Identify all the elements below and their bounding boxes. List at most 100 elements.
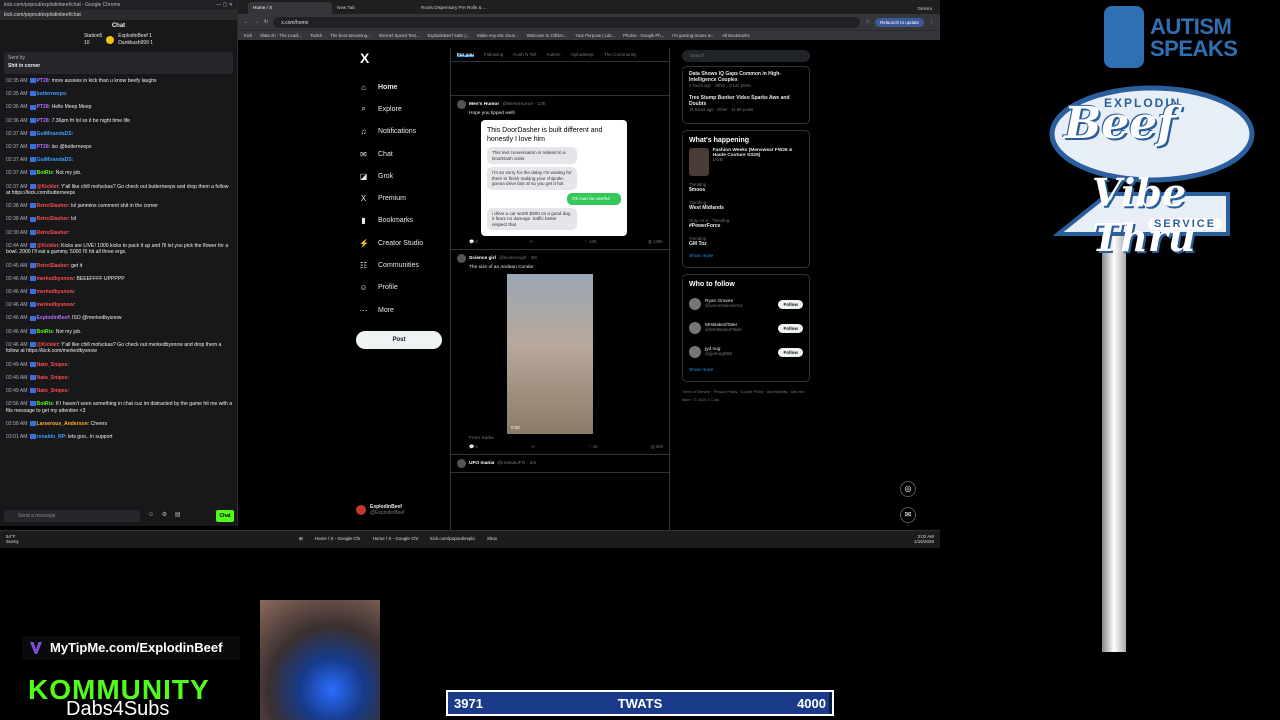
chat-message-list[interactable]: 02:35 AM PT28: more aussies in kick than … [0, 74, 237, 441]
chat-message[interactable]: 02:44 AM @Kicklet: Kicks are LIVE! 1000 k… [6, 243, 233, 256]
chat-username[interactable]: BotRix [37, 401, 53, 407]
chat-username[interactable]: RetroSlasher [37, 216, 69, 222]
chat-username[interactable]: RetroSlasher [37, 203, 69, 209]
feed-tab[interactable]: The Community [604, 52, 636, 57]
chat-username[interactable]: BotRix [37, 170, 53, 176]
chat-message[interactable]: 02:46 AM merkedbysnow: [6, 302, 233, 309]
chat-username[interactable]: ronaldo_RP [37, 434, 66, 440]
feed-tab[interactable]: AlphaSleep [570, 52, 594, 57]
follow-button[interactable]: Follow [778, 347, 803, 357]
chat-username[interactable]: merkedbysnow [37, 302, 74, 308]
reply-button[interactable]: 💬 6 [469, 239, 478, 245]
start-icon[interactable]: ⊞ [296, 536, 306, 542]
chat-message[interactable]: 02:45 AM RetroSlasher: get it [6, 263, 233, 270]
avatar[interactable] [457, 100, 466, 109]
chat-url-bar[interactable]: kick.com/popout/explodinbeef/chat [0, 10, 237, 20]
tab-home-x[interactable]: Home / X [248, 2, 332, 14]
chat-username[interactable]: merkedbysnow [37, 276, 74, 282]
relaunch-button[interactable]: Relaunch to update [874, 17, 924, 27]
star-icon[interactable]: ☆ [865, 19, 869, 25]
tab-roots[interactable]: Roots Dispensary Pre Rolls & ... [416, 2, 500, 14]
follow-button[interactable]: Follow [778, 299, 803, 309]
search-input[interactable]: Search [682, 50, 810, 62]
trend-item[interactable]: Trending GM Toz [689, 236, 803, 247]
reply-button[interactable]: 💬 5 [469, 444, 478, 450]
chat-message[interactable]: 02:46 AM ExplodinBeef: ISO @merkedbysnow [6, 315, 233, 322]
news-item[interactable]: Data Shows IQ Gaps Common in High-Intell… [689, 71, 803, 88]
news-item[interactable]: Tree Stump Bunker Video Sparks Awe and D… [689, 95, 803, 112]
chat-input[interactable]: Send a message [4, 510, 140, 522]
tweet-author[interactable]: UFO mania [469, 461, 494, 466]
taskbar-app[interactable]: Xbox [484, 536, 500, 542]
avatar[interactable] [689, 346, 701, 358]
chat-input-icons[interactable]: ☺ ⚙ ▤ [148, 511, 184, 518]
chat-message[interactable]: 02:38 AM RetroSlasher: lol jammins commen… [6, 203, 233, 210]
window-controls[interactable]: — ▢ ✕ [216, 2, 233, 8]
post-button[interactable]: Post [356, 331, 442, 350]
avatar[interactable] [457, 254, 466, 264]
chat-username[interactable]: merkedbysnow [37, 289, 74, 295]
tweet-author[interactable]: Men's Humor [469, 102, 499, 107]
happening-card[interactable]: Fashion Weeks (Menswear FW26 & Haute Cou… [689, 148, 803, 176]
tweet-image[interactable]: This DoorDasher is built different and h… [481, 120, 627, 237]
chat-message[interactable]: 02:49 AM Nato_Snipes: [6, 375, 233, 382]
chat-username[interactable]: PT28 [37, 144, 49, 150]
pinned-message[interactable]: Sent by Shit in corner [4, 52, 233, 74]
chat-message[interactable]: 02:58 AM Larserous_Anderson: Cheers [6, 421, 233, 428]
chat-message[interactable]: 02:37 AM GuiMirandaDS: [6, 131, 233, 138]
feed-tab[interactable]: Kush N Tell [513, 52, 536, 57]
clock[interactable]: 3:02 AM 1/16/2026 [914, 534, 934, 544]
chat-message[interactable]: 02:46 AM BotRix: Not my job. [6, 329, 233, 336]
chat-message[interactable]: 02:49 AM Nato_Snipes: [6, 388, 233, 395]
chat-username[interactable]: butterneeps [37, 91, 66, 97]
avatar[interactable] [457, 459, 466, 469]
chat-message[interactable]: 02:38 AM RetroSlasher: lol [6, 216, 233, 223]
bookmark-item[interactable]: Make Any Mic Soun... [477, 33, 519, 38]
chat-send-button[interactable]: Chat [216, 510, 234, 522]
bookmark-item[interactable]: Twitch [310, 33, 322, 38]
tab-gemini[interactable]: Gemini [909, 3, 940, 14]
bookmark-item[interactable]: Your Purpose | Libr... [575, 33, 615, 38]
menu-icon[interactable]: ⋮ [929, 19, 934, 25]
video-source[interactable]: From Sadie [469, 436, 663, 441]
like-button[interactable]: ♡ 16 [588, 444, 598, 450]
chat-username[interactable]: Nato_Snipes [37, 388, 68, 394]
chat-username[interactable]: PT28 [37, 78, 49, 84]
chat-username[interactable]: @Kicklet [37, 342, 59, 348]
chat-username[interactable]: Nato_Snipes [37, 362, 68, 368]
chat-username[interactable]: BotRix [37, 329, 53, 335]
messages-icon[interactable]: ✉ [900, 507, 916, 523]
trend-item[interactable]: Only on X · Trending #PowerForce [689, 218, 803, 229]
bookmark-item[interactable]: Welcome to Clikkro... [527, 33, 568, 38]
taskbar-app[interactable]: kick.com/popout/explo [427, 536, 478, 542]
chat-window-titlebar[interactable]: kick.com/popout/explodinbeef/chat - Goog… [0, 0, 237, 10]
chat-username[interactable]: GuiMirandaDS [37, 157, 72, 163]
show-more-link[interactable]: Show more [689, 254, 803, 259]
bookmark-item[interactable]: Kick [244, 33, 252, 38]
chat-message[interactable]: 02:37 AM BotRix: Not my job. [6, 170, 233, 177]
chat-message[interactable]: 02:46 AM merkedbysnow: BEEEFFFF UPPPPP [6, 276, 233, 283]
feed-tab[interactable]: For you [457, 52, 474, 57]
grok-icon[interactable]: ◎ [900, 481, 916, 497]
bookmark-item[interactable]: Internet Speed Test... [379, 33, 420, 38]
reload-icon[interactable]: ↻ [264, 19, 268, 25]
timeline[interactable]: For you Following Kush N Tell Autism AlphaSl… [450, 48, 670, 530]
tweet[interactable]: UFO mania @maniaUFO · 2m [451, 455, 669, 474]
chat-message[interactable]: 03:01 AM ronaldo_RP: lets goo.. in suppor… [6, 434, 233, 441]
chat-username[interactable]: GuiMirandaDS [37, 131, 72, 137]
tweet[interactable]: Science girl @sciencegirl · 3m The size … [451, 250, 669, 456]
chat-username[interactable]: ExplodinBeef [37, 315, 70, 321]
feed-tab[interactable]: Autism [546, 52, 560, 57]
chat-username[interactable]: PT28 [37, 118, 49, 124]
chat-message[interactable]: 02:35 AM PT28: more aussies in kick than … [6, 78, 233, 85]
chat-username[interactable]: Nato_Snipes [37, 375, 68, 381]
chat-message[interactable]: 02:46 AM merkedbysnow: [6, 289, 233, 296]
chat-message[interactable]: 02:37 AM PT28: lso @butterneeps [6, 144, 233, 151]
forward-icon[interactable]: → [254, 19, 259, 25]
chat-message[interactable]: 02:39 AM RetroSlasher: [6, 230, 233, 237]
footer-links[interactable]: Terms of Service · Privacy Policy · Cook… [682, 388, 810, 404]
like-button[interactable]: ♡ 10K [584, 239, 596, 245]
chat-username[interactable]: @Kicklet [37, 243, 59, 249]
chat-username[interactable]: RetroSlasher [37, 263, 69, 269]
show-more-link[interactable]: Show more [689, 368, 803, 373]
